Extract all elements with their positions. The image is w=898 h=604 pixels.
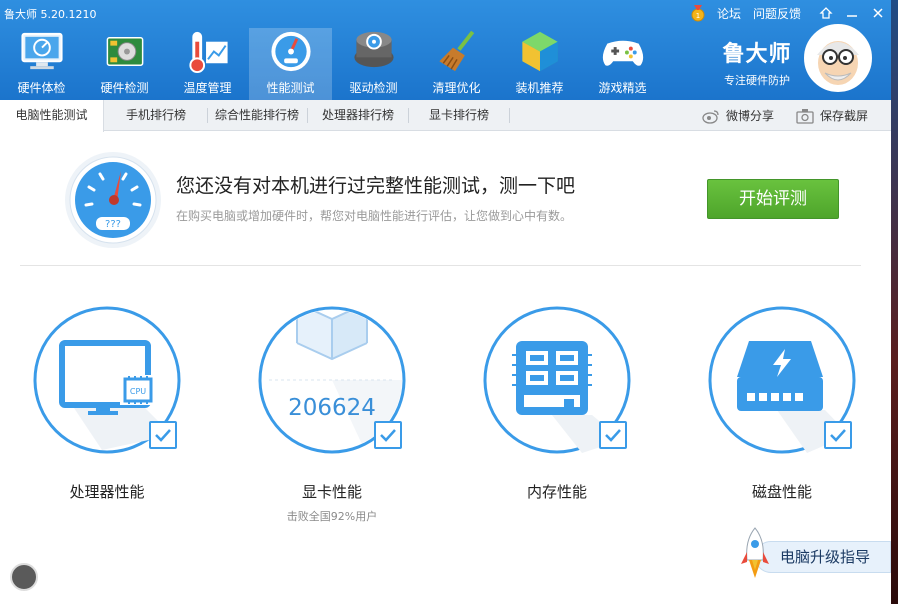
brand-name: 鲁大师 [722,42,792,67]
save-screenshot-button[interactable]: 保存截屏 [796,100,868,131]
nav-hardware-checkup[interactable]: 硬件体检 [0,28,83,100]
avatar[interactable] [804,24,872,92]
gamepad-icon [602,40,643,66]
save-screenshot-label: 保存截屏 [820,109,869,123]
weibo-share-button[interactable]: 微博分享 [702,100,774,131]
skin-icon [819,7,833,19]
checkbox-cpu[interactable] [149,421,177,449]
divider [20,265,861,266]
cube-icon [521,31,558,72]
tab-separator [509,108,510,123]
checkbox-memory[interactable] [599,421,627,449]
card-sublabel: 击败全国92%用户 [286,510,378,523]
brand: 鲁大师 专注硬件防护 [712,36,802,88]
nav-driver[interactable]: 驱动检测 [332,28,415,100]
checkmark-icon [380,429,396,442]
upgrade-guide-label: 电脑升级指导 [755,541,891,573]
minimize-button[interactable] [839,2,865,24]
nav-performance[interactable]: 性能测试 [249,28,332,100]
nav-label: 清理优化 [432,81,481,95]
nav-label: 硬件检测 [100,81,149,95]
nav-temperature[interactable]: 温度管理 [166,28,249,100]
svg-text:1: 1 [696,12,700,20]
feedback-link[interactable]: 问题反馈 [753,5,801,22]
monitor-check-icon [20,32,63,70]
tab-phone-ranking[interactable]: 手机排行榜 [106,100,206,131]
rocket-icon [741,527,769,578]
nav-cleanup[interactable]: 清理优化 [415,28,498,100]
gpu-score: 206624 [288,395,376,421]
nav-label: 性能测试 [266,81,315,95]
broom-icon [438,30,474,72]
medal-icon[interactable]: 1 [689,4,707,22]
checkmark-icon [155,429,171,442]
tab-gpu-ranking[interactable]: 显卡排行榜 [409,100,509,131]
nav-hardware-detect[interactable]: 硬件检测 [83,28,166,100]
tab-overall-ranking[interactable]: 综合性能排行榜 [208,100,306,131]
nav-label: 驱动检测 [349,81,398,95]
banner-title: 您还没有对本机进行过完整性能测试，测一下吧 [176,175,576,197]
skin-button[interactable] [813,2,839,24]
forum-link[interactable]: 论坛 [717,5,741,22]
top-bar: 1 论坛 问题反馈 [689,2,891,24]
weibo-icon [702,109,719,124]
gauge-icon [270,31,311,72]
nav-label: 温度管理 [183,81,232,95]
main-nav: 硬件体检 硬件检测 温度管理 性能测试 驱动检测 清理优化 装机推荐 游戏精选 [0,28,664,100]
minimize-icon [847,15,857,17]
close-icon [873,8,883,18]
banner-subtitle: 在购买电脑或增加硬件时，帮您对电脑性能进行评估，让您做到心中有数。 [176,209,573,223]
nav-label: 装机推荐 [515,81,564,95]
close-button[interactable] [865,2,891,24]
nav-games[interactable]: 游戏精选 [581,28,664,100]
nav-label: 硬件体检 [17,81,66,95]
checkmark-icon [605,429,621,442]
floating-widget-icon[interactable] [10,563,38,591]
mascot-icon [807,27,869,89]
tab-pc-performance[interactable]: 电脑性能测试 [0,100,104,132]
driver-gear-icon [353,31,394,68]
nav-build-recommend[interactable]: 装机推荐 [498,28,581,100]
header: 鲁大师 5.20.1210 1 论坛 问题反馈 硬件体检 硬件检测 温度管理 性… [0,0,891,100]
checkmark-icon [830,429,846,442]
start-test-button[interactable]: 开始评测 [707,179,839,219]
checkbox-disk[interactable] [824,421,852,449]
gauge-text: ??? [105,219,121,230]
card-label: 处理器性能 [69,483,145,501]
tab-bar: 电脑性能测试 手机排行榜 综合性能排行榜 处理器排行榜 显卡排行榜 微博分享 保… [0,100,891,132]
card-label: 显卡性能 [301,483,362,501]
desktop-background [891,0,898,604]
card-label: 内存性能 [526,483,587,501]
cpu-chip-text: CPU [130,387,146,396]
nav-label: 游戏精选 [598,81,647,95]
camera-icon [796,108,814,124]
upgrade-guide-button[interactable]: 电脑升级指导 [737,527,891,580]
performance-gauge-icon: ??? [65,152,161,248]
app-window: 鲁大师 5.20.1210 1 论坛 问题反馈 硬件体检 硬件检测 温度管理 性… [0,0,891,604]
hardware-board-icon [106,37,143,66]
thermometer-icon [188,31,228,74]
window-title: 鲁大师 5.20.1210 [4,8,97,21]
tab-cpu-ranking[interactable]: 处理器排行榜 [308,100,408,131]
checkbox-gpu[interactable] [374,421,402,449]
weibo-share-label: 微博分享 [726,109,775,123]
card-label: 磁盘性能 [751,483,812,501]
brand-slogan: 专注硬件防护 [724,74,790,87]
